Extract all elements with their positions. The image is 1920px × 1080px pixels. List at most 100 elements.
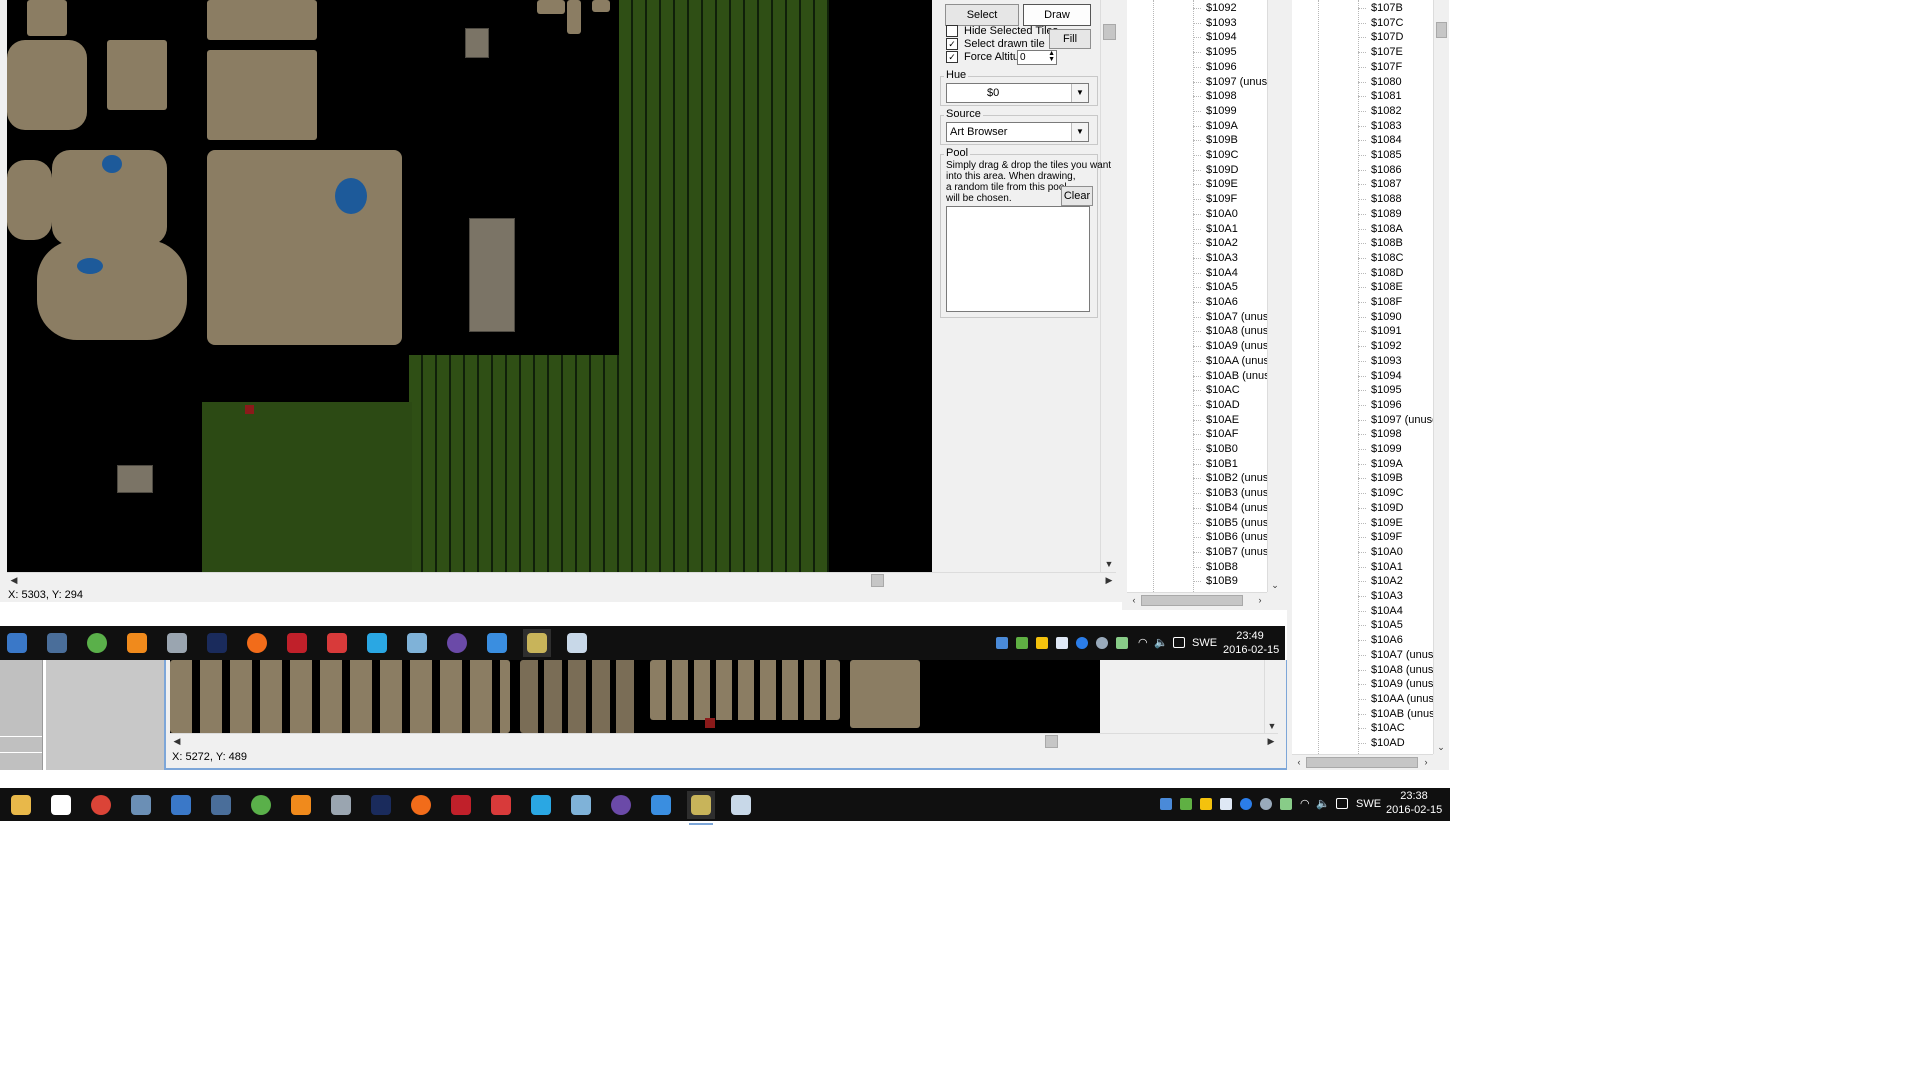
- scroll-right-arrow-icon[interactable]: ▶: [1102, 573, 1116, 587]
- map-bottom-horizontal-scrollbar[interactable]: ◀ ▶: [170, 733, 1278, 748]
- map-canvas-bottom[interactable]: [170, 660, 1100, 733]
- tile-list-item[interactable]: $10A6: [1371, 633, 1403, 647]
- tile-list-item[interactable]: $10A4: [1371, 604, 1403, 618]
- tile-list-item[interactable]: $109A: [1206, 119, 1238, 133]
- taskbar-utorrent-button[interactable]: [83, 629, 111, 657]
- checkbox-box[interactable]: ✓: [946, 51, 958, 64]
- tile-list-item[interactable]: $1098: [1206, 89, 1237, 103]
- wifi-icon[interactable]: ◠: [1300, 798, 1312, 810]
- tile-list-item[interactable]: $109D: [1371, 501, 1403, 515]
- map-top-horizontal-scrollbar[interactable]: ◀ ▶: [7, 572, 1116, 587]
- network-tray-icon[interactable]: [1280, 798, 1292, 810]
- tile-list-item[interactable]: $10A5: [1206, 280, 1238, 294]
- tile-list-item[interactable]: $1094: [1206, 30, 1237, 44]
- tile-list-item[interactable]: $10B1: [1206, 457, 1238, 471]
- tile-list-item[interactable]: $1081: [1371, 89, 1402, 103]
- taskbar-obs-button[interactable]: [443, 629, 471, 657]
- taskbar-utorrent-button[interactable]: [247, 791, 275, 819]
- tile-list-item[interactable]: $1092: [1206, 1, 1237, 15]
- tile-list-item[interactable]: $107B: [1371, 1, 1403, 15]
- tile-list-item[interactable]: $10AD: [1371, 736, 1405, 750]
- select-button[interactable]: Select: [945, 4, 1019, 26]
- altitude-spin-input[interactable]: 0 ▲ ▼: [1017, 50, 1057, 65]
- tile-list-item[interactable]: $10A1: [1371, 560, 1403, 574]
- tile-list-item[interactable]: $107D: [1371, 30, 1403, 44]
- language-indicator[interactable]: SWE: [1356, 798, 1381, 810]
- taskbar-gog-button[interactable]: [3, 629, 31, 657]
- tile-list-item[interactable]: $1096: [1206, 60, 1237, 74]
- tile-list-item[interactable]: $10A2: [1206, 236, 1238, 250]
- tile-list-item[interactable]: $10AD: [1206, 398, 1240, 412]
- tile-list-item[interactable]: $109D: [1206, 163, 1238, 177]
- tile-list-item[interactable]: $10A2: [1371, 574, 1403, 588]
- notifications-icon[interactable]: [1336, 798, 1348, 809]
- tile-list-2-vertical-scrollbar[interactable]: ⌄: [1433, 0, 1447, 754]
- tile-list-item[interactable]: $109F: [1206, 192, 1237, 206]
- tile-list-item[interactable]: $109F: [1371, 530, 1402, 544]
- tile-list-item[interactable]: $1093: [1371, 354, 1402, 368]
- taskbar-skype-button[interactable]: [527, 791, 555, 819]
- language-indicator[interactable]: SWE: [1192, 637, 1217, 649]
- taskbar-origin-button[interactable]: [407, 791, 435, 819]
- taskbar-notepad-button[interactable]: [163, 629, 191, 657]
- taskbar-chrome-button[interactable]: [87, 791, 115, 819]
- cloud-icon[interactable]: [1056, 637, 1068, 649]
- network-tray-icon[interactable]: [1116, 637, 1128, 649]
- scroll-down-arrow-icon[interactable]: ▼: [1265, 719, 1279, 733]
- tile-list-2-horizontal-scrollbar[interactable]: ‹ ›: [1292, 754, 1433, 769]
- taskbar-skype-button[interactable]: [363, 629, 391, 657]
- tile-list-item[interactable]: $1094: [1371, 369, 1402, 383]
- taskbar-ultima-editor-button[interactable]: [687, 791, 715, 825]
- google-drive-icon[interactable]: [1200, 798, 1212, 810]
- scroll-left-arrow-icon[interactable]: ◀: [7, 573, 21, 587]
- tile-list-item[interactable]: $109B: [1206, 133, 1238, 147]
- scroll-left-arrow-icon[interactable]: ‹: [1292, 755, 1306, 769]
- tile-list-item[interactable]: $10AC: [1371, 721, 1405, 735]
- tile-list-item[interactable]: $1092: [1371, 339, 1402, 353]
- tile-list-item[interactable]: $10A0: [1371, 545, 1403, 559]
- hide-selected-tiles-checkbox[interactable]: Hide Selected Tiles: [946, 24, 1058, 38]
- tile-list-item[interactable]: $1091: [1371, 324, 1402, 338]
- taskbar-steam-alt-button[interactable]: [127, 791, 155, 819]
- fill-button[interactable]: Fill: [1049, 29, 1091, 49]
- tile-list-item[interactable]: $109C: [1371, 486, 1403, 500]
- source-dropdown[interactable]: Art Browser ▼: [946, 122, 1089, 142]
- taskbar-file-explorer-button[interactable]: [7, 791, 35, 819]
- tile-list-item[interactable]: $1088: [1371, 192, 1402, 206]
- evernote-icon[interactable]: [1016, 637, 1028, 649]
- tile-list-2[interactable]: $107B $107C $107D $107E $107F $1080 $1081 $1082…: [1292, 0, 1447, 754]
- tile-list-item[interactable]: $108F: [1371, 295, 1402, 309]
- taskbar-ultima-editor-button[interactable]: [523, 629, 551, 663]
- tile-list-item[interactable]: $1080: [1371, 75, 1402, 89]
- tile-list-item[interactable]: $109A: [1371, 457, 1403, 471]
- tile-list-item[interactable]: $108A: [1371, 222, 1403, 236]
- tile-list-item[interactable]: $1086: [1371, 163, 1402, 177]
- taskbar-origin-button[interactable]: [243, 629, 271, 657]
- scroll-thumb[interactable]: [1141, 595, 1243, 606]
- checkbox-box[interactable]: [946, 25, 958, 38]
- hue-dropdown[interactable]: $0 ▼: [946, 83, 1089, 103]
- taskbar-obs-button[interactable]: [607, 791, 635, 819]
- tile-list-item[interactable]: $109E: [1206, 177, 1238, 191]
- scroll-thumb[interactable]: [1045, 735, 1058, 748]
- taskbar-vlc-button[interactable]: [287, 791, 315, 819]
- scroll-thumb[interactable]: [871, 574, 884, 587]
- tile-list-1[interactable]: $1092 $1093 $1094 $1095 $1096 $1097 (unused) $…: [1127, 0, 1282, 592]
- taskbar-photoshop-button[interactable]: [203, 629, 231, 657]
- tile-list-item[interactable]: $109C: [1206, 148, 1238, 162]
- tile-list-item[interactable]: $1085: [1371, 148, 1402, 162]
- scroll-right-arrow-icon[interactable]: ▶: [1264, 734, 1278, 748]
- tile-list-item[interactable]: $1099: [1206, 104, 1237, 118]
- scroll-thumb[interactable]: [1103, 24, 1116, 40]
- tile-list-item[interactable]: $108B: [1371, 236, 1403, 250]
- taskbar-remote-desktop-button[interactable]: [647, 791, 675, 819]
- tile-list-item[interactable]: $10B8: [1206, 560, 1238, 574]
- cloud-icon[interactable]: [1220, 798, 1232, 810]
- tile-list-item[interactable]: $107C: [1371, 16, 1403, 30]
- tile-list-item[interactable]: $108C: [1371, 251, 1403, 265]
- wifi-icon[interactable]: ◠: [1138, 637, 1150, 649]
- taskbar-popcorn-button[interactable]: [487, 791, 515, 819]
- taskbar-paint-button[interactable]: [563, 629, 591, 657]
- taskbar-steam-button[interactable]: [43, 629, 71, 657]
- tile-list-item[interactable]: $1095: [1206, 45, 1237, 59]
